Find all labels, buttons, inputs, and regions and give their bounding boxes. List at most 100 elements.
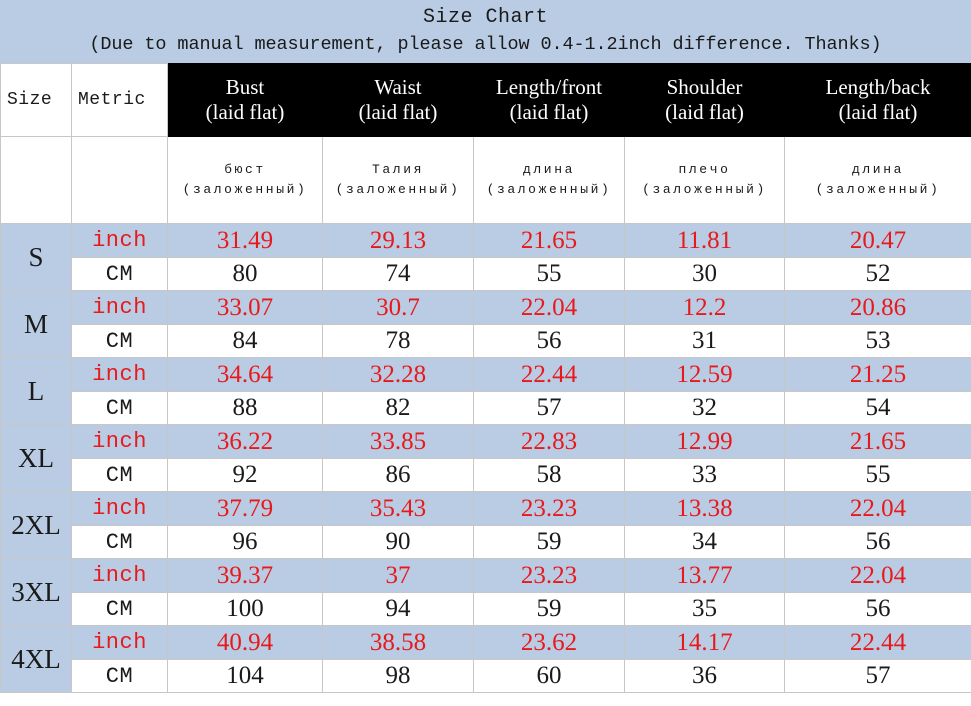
size-label-cell: XL	[0, 424, 72, 492]
measurement-cell: 53	[784, 324, 971, 358]
measurement-cell: 12.99	[624, 424, 785, 459]
size-label-cell: S	[0, 223, 72, 291]
measurement-cell: 54	[784, 391, 971, 425]
russian-term: бюст	[224, 162, 266, 177]
measurement-cell: 21.65	[473, 223, 625, 258]
metric-unit-cell: CM	[71, 659, 168, 693]
table-row: XL inch 36.22 33.85 22.83 12.99 21.65	[0, 424, 971, 492]
measurement-note: (Due to manual measurement, please allow…	[89, 34, 882, 55]
russian-term: плечо	[678, 162, 731, 177]
table-header-russian-row: бюст (заложенный) Талия (заложенный) длина (з…	[0, 136, 971, 224]
measurement-cell: 36	[624, 659, 785, 693]
size-label-cell: M	[0, 290, 72, 358]
measurement-cell: 60	[473, 659, 625, 693]
metric-unit-cell: inch	[71, 223, 168, 258]
header-column-subtitle: (laid flat)	[509, 100, 589, 124]
measurement-cell: 37	[322, 558, 474, 593]
table-row: 3XL inch 39.37 37 23.23 13.77 22.04	[0, 558, 971, 626]
header-size-label: Size	[0, 63, 72, 137]
russian-header-column-0: бюст (заложенный)	[167, 136, 323, 224]
page-title: Size Chart	[422, 6, 549, 29]
measurement-cell: 88	[167, 391, 323, 425]
header-column-1: Waist (laid flat)	[322, 63, 474, 137]
measurement-cell: 22.04	[473, 290, 625, 325]
russian-term: длина	[851, 162, 904, 177]
measurement-cell: 80	[167, 257, 323, 291]
table-row: 2XL inch 37.79 35.43 23.23 13.38 22.04	[0, 491, 971, 559]
measurement-cell: 21.65	[784, 424, 971, 459]
metric-unit-cell: inch	[71, 558, 168, 593]
measurement-cell: 38.58	[322, 625, 474, 660]
measurement-cell: 14.17	[624, 625, 785, 660]
measurement-cell: 35.43	[322, 491, 474, 526]
table-row: CM 84 78 56 31 53	[1, 324, 971, 358]
header-column-0: Bust (laid flat)	[167, 63, 323, 137]
measurement-cell: 31	[624, 324, 785, 358]
header-column-subtitle: (laid flat)	[358, 100, 438, 124]
measurement-cell: 22.44	[784, 625, 971, 660]
measurement-cell: 31.49	[167, 223, 323, 258]
measurement-cell: 74	[322, 257, 474, 291]
metric-unit-cell: CM	[71, 592, 168, 626]
measurement-cell: 11.81	[624, 223, 785, 258]
table-row: Sinch 31.49 29.13 21.65 11.81 20.47	[0, 223, 971, 291]
metric-unit-cell: inch	[71, 357, 168, 392]
header-column-2: Length/front (laid flat)	[473, 63, 625, 137]
measurement-cell: 55	[784, 458, 971, 492]
measurement-cell: 78	[322, 324, 474, 358]
measurement-cell: 12.59	[624, 357, 785, 392]
size-label-cell: 2XL	[0, 491, 72, 559]
russian-header-column-2: длина (заложенный)	[473, 136, 625, 224]
header-column-4: Length/back (laid flat)	[784, 63, 971, 137]
russian-qualifier: (заложенный)	[486, 182, 612, 197]
measurement-cell: 58	[473, 458, 625, 492]
table-row: CM 88 82 57 32 54	[1, 391, 971, 425]
measurement-cell: 34.64	[167, 357, 323, 392]
measurement-cell: 104	[167, 659, 323, 693]
measurement-cell: 57	[784, 659, 971, 693]
measurement-cell: 23.62	[473, 625, 625, 660]
measurement-cell: 52	[784, 257, 971, 291]
metric-unit-cell: CM	[71, 391, 168, 425]
measurement-cell: 39.37	[167, 558, 323, 593]
header-column-3: Shoulder (laid flat)	[624, 63, 785, 137]
size-label-cell: 3XL	[0, 558, 72, 626]
russian-qualifier: (заложенный)	[182, 182, 308, 197]
measurement-cell: 20.47	[784, 223, 971, 258]
measurement-cell: 92	[167, 458, 323, 492]
measurement-cell: 30	[624, 257, 785, 291]
metric-unit-cell: inch	[71, 290, 168, 325]
measurement-cell: 40.94	[167, 625, 323, 660]
measurement-cell: 13.77	[624, 558, 785, 593]
measurement-cell: 90	[322, 525, 474, 559]
measurement-cell: 33.07	[167, 290, 323, 325]
table-header-row: Size Metric Bust (laid flat) Waist (laid flat…	[0, 63, 971, 137]
measurement-cell: 56	[784, 525, 971, 559]
measurement-cell: 96	[167, 525, 323, 559]
measurement-cell: 30.7	[322, 290, 474, 325]
measurement-cell: 32	[624, 391, 785, 425]
measurement-cell: 57	[473, 391, 625, 425]
measurement-cell: 22.04	[784, 491, 971, 526]
metric-unit-cell: inch	[71, 424, 168, 459]
russian-header-column-1: Талия (заложенный)	[322, 136, 474, 224]
header-column-title: Shoulder	[666, 75, 743, 99]
header-column-subtitle: (laid flat)	[205, 100, 285, 124]
measurement-cell: 86	[322, 458, 474, 492]
measurement-cell: 56	[784, 592, 971, 626]
russian-row-spacer	[0, 136, 72, 224]
table-row: CM 100 94 59 35 56	[1, 592, 971, 626]
metric-unit-cell: CM	[71, 257, 168, 291]
metric-unit-cell: CM	[71, 324, 168, 358]
metric-unit-cell: CM	[71, 525, 168, 559]
measurement-cell: 23.23	[473, 491, 625, 526]
table-row: CM 104 98 60 36 57	[1, 659, 971, 693]
measurement-cell: 22.44	[473, 357, 625, 392]
measurement-cell: 29.13	[322, 223, 474, 258]
header-column-subtitle: (laid flat)	[665, 100, 744, 124]
russian-header-column-3: плечо (заложенный)	[624, 136, 785, 224]
measurement-cell: 59	[473, 525, 625, 559]
measurement-cell: 13.38	[624, 491, 785, 526]
russian-qualifier: (заложенный)	[815, 182, 941, 197]
table-row: 4XL inch 40.94 38.58 23.62 14.17 22.44	[0, 625, 971, 693]
